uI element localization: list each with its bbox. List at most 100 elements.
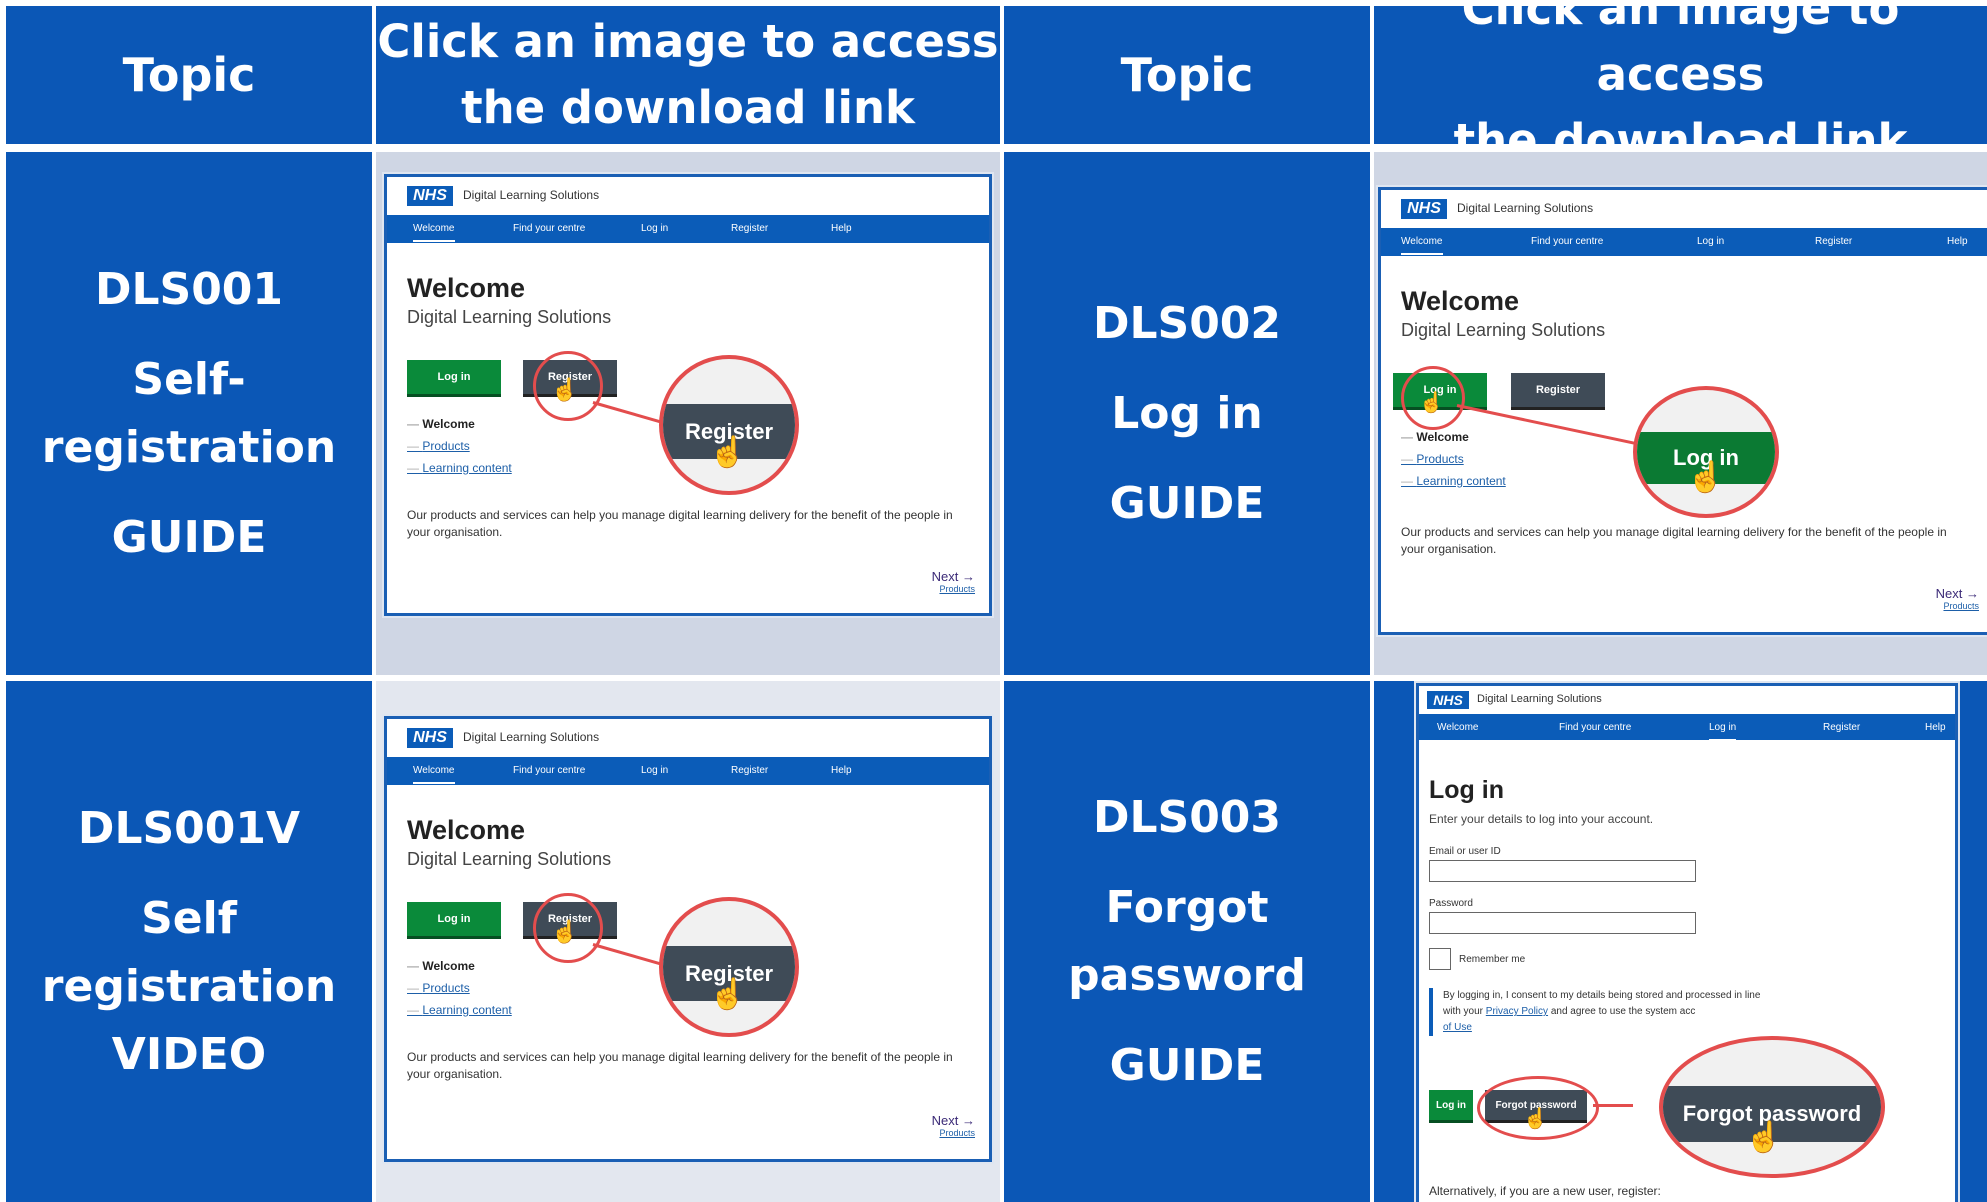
nav-item: Find your centre [513, 765, 586, 776]
callout-line [592, 401, 661, 424]
topic-code: DLS001V [77, 802, 301, 854]
header-topic-label: Topic [122, 48, 256, 102]
pointer-hand-icon: ☝ [709, 978, 747, 1011]
image-link-dls003[interactable]: NHS Digital Learning Solutions Welcome Fi… [1374, 681, 1987, 1202]
topic-kind: GUIDE [1109, 1039, 1265, 1091]
nhs-logo: NHS [407, 728, 453, 748]
shot-login-button: Log in [1429, 1090, 1473, 1120]
header-topic-1: Topic [6, 6, 372, 144]
consent-prefix: with your [1443, 1006, 1486, 1017]
zoom-callout: Log in ☝ [1633, 386, 1779, 518]
shot-subtitle: Digital Learning Solutions [407, 849, 612, 869]
next-label: Next → [931, 1113, 975, 1128]
screenshot-forgot-password: NHS Digital Learning Solutions Welcome Fi… [1416, 683, 1958, 1202]
shot-login-button: Log in [407, 902, 501, 936]
zoom-callout: Register ☝ [659, 355, 799, 495]
nav-item: Find your centre [1531, 236, 1604, 247]
brand-text: Digital Learning Solutions [463, 188, 600, 202]
header-topic-2: Topic [1004, 6, 1370, 144]
nav-item: Register [731, 765, 769, 776]
nhs-logo: NHS [1401, 199, 1447, 219]
nav-item: Help [831, 223, 852, 234]
nhs-logo: NHS [407, 186, 453, 206]
nav-item: Help [1947, 236, 1968, 247]
shot-list: Welcome Products Learning content [1401, 426, 1506, 492]
terms-link: of Use [1443, 1022, 1472, 1033]
topic-dls001: DLS001 Self- registration GUIDE [6, 152, 372, 675]
nav-item: Log in [1697, 236, 1725, 247]
list-item: Learning content [1401, 470, 1505, 492]
nav-item: Welcome [413, 223, 455, 242]
alternative-text: Alternatively, if you are a new user, re… [1429, 1184, 1661, 1198]
shot-title: Log in [1429, 776, 1504, 804]
nav-item: Register [1815, 236, 1853, 247]
nav-item: Log in [641, 765, 669, 776]
image-link-dls001v[interactable]: NHS Digital Learning Solutions Welcome Fi… [376, 681, 1000, 1202]
next-sub: Products [1943, 601, 1979, 611]
password-field [1429, 912, 1696, 934]
zoom-callout: Register ☝ [659, 897, 799, 1037]
topic-dls002: DLS002 Log in GUIDE [1004, 152, 1370, 675]
topic-dls003: DLS003 Forgot password GUIDE [1004, 681, 1370, 1202]
remember-label: Remember me [1459, 954, 1526, 965]
nav-item: Register [731, 223, 769, 234]
nav-item: Register [1823, 722, 1861, 733]
nav-item: Welcome [1437, 722, 1479, 733]
topic-title-line1: Forgot [1105, 881, 1269, 933]
pointer-hand-icon: ☝ [551, 919, 579, 944]
nav-bar: Welcome Find your centre Log in Register… [1419, 714, 1955, 741]
topic-title-line2: registration [41, 960, 337, 1012]
consent-suffix: and agree to use the system acc [1548, 1006, 1696, 1017]
password-label: Password [1429, 898, 1473, 909]
nav-item: Help [831, 765, 852, 776]
shot-title: Welcome [407, 273, 526, 303]
pointer-hand-icon: ☝ [551, 377, 579, 402]
shot-list: Welcome Products Learning content [407, 955, 512, 1021]
list-item: Welcome [407, 955, 512, 977]
nav-bar: Welcome Find your centre Log in Register… [387, 215, 989, 243]
nav-bar: Welcome Find your centre Log in Register… [387, 757, 989, 785]
shot-list: Welcome Products Learning content [407, 413, 512, 479]
nav-item: Welcome [1401, 236, 1443, 255]
callout-line [592, 943, 661, 966]
nav-item: Find your centre [513, 223, 586, 234]
header-click-line1: Click an image to access [1461, 0, 1900, 101]
nhs-logo: NHS [1427, 691, 1469, 709]
shot-title: Welcome [407, 815, 526, 845]
list-item: Learning content [407, 999, 511, 1021]
list-item: Products [1401, 448, 1506, 470]
brand-text: Digital Learning Solutions [1477, 693, 1602, 705]
privacy-link: Privacy Policy [1485, 1006, 1549, 1017]
brand-text: Digital Learning Solutions [1457, 201, 1594, 215]
pointer-hand-icon: ☝ [1419, 392, 1444, 414]
consent-line2: with your Privacy Policy and agree to us… [1443, 1004, 1773, 1020]
header-click-line2: the download link [461, 81, 915, 134]
list-item: Learning content [407, 457, 511, 479]
list-item: Welcome [1401, 426, 1506, 448]
image-link-dls002[interactable]: NHS Digital Learning Solutions Welcome Fi… [1374, 152, 1987, 675]
topic-kind: VIDEO [111, 1028, 267, 1080]
callout-line [1593, 1104, 1633, 1107]
next-label: Next → [1935, 586, 1979, 601]
email-label: Email or user ID [1429, 846, 1501, 857]
nav-item: Welcome [413, 765, 455, 784]
next-sub: Products [939, 1128, 975, 1138]
pointer-hand-icon: ☝ [1523, 1108, 1548, 1130]
nav-item: Log in [641, 223, 669, 234]
topic-title-line2: registration [41, 421, 337, 473]
pointer-hand-icon: ☝ [1745, 1121, 1783, 1154]
shot-title: Welcome [1401, 286, 1520, 316]
nav-item: Log in [1709, 722, 1737, 741]
shot-paragraph: Our products and services can help you m… [407, 508, 953, 539]
list-item: Welcome [407, 413, 512, 435]
email-field [1429, 860, 1696, 882]
list-item: Products [407, 977, 512, 999]
list-item: Products [407, 435, 512, 457]
download-table: Topic Click an image to access the downl… [0, 0, 1987, 1202]
image-link-dls001[interactable]: NHS Digital Learning Solutions Welcome Fi… [376, 152, 1000, 675]
shot-subtitle: Digital Learning Solutions [1401, 320, 1606, 340]
screenshot-login: NHS Digital Learning Solutions Welcome Fi… [1378, 187, 1987, 635]
nav-item: Help [1925, 722, 1946, 733]
topic-kind: GUIDE [111, 511, 267, 563]
next-sub: Products [939, 584, 975, 594]
